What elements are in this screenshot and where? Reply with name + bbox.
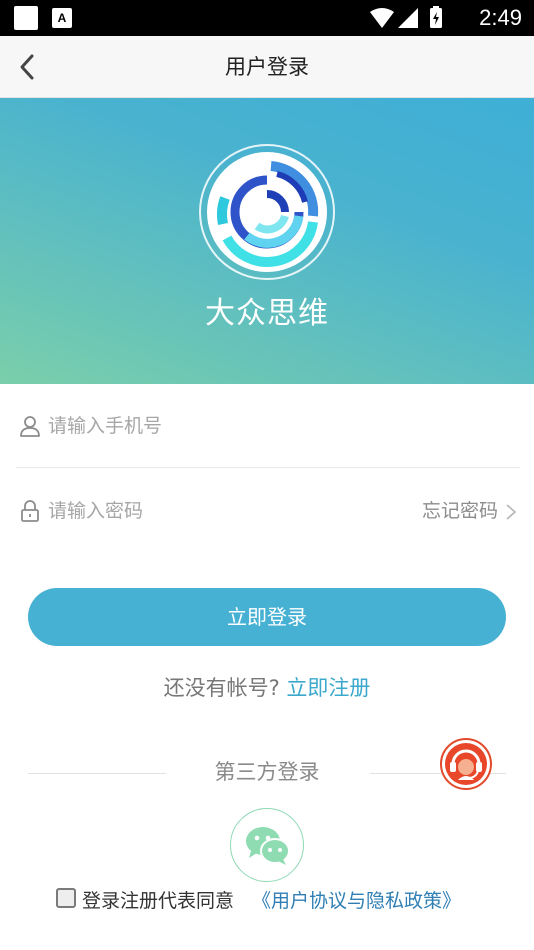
chevron-right-icon <box>506 504 517 520</box>
logo <box>199 144 335 280</box>
logo-icon <box>216 161 319 267</box>
wifi-icon <box>370 8 394 28</box>
customer-service-button[interactable] <box>440 738 492 790</box>
brand-banner: 大众思维 <box>0 98 534 384</box>
login-button[interactable]: 立即登录 <box>28 588 506 646</box>
app-badge-text: A <box>57 11 67 25</box>
status-bar: A 2:49 <box>0 0 534 36</box>
nav-bar: 用户登录 <box>0 36 534 98</box>
phone-field-row <box>16 384 520 468</box>
forgot-password-link[interactable]: 忘记密码 <box>422 497 520 525</box>
policy-link[interactable]: 《用户协议与隐私政策》 <box>252 886 461 916</box>
user-icon <box>20 416 40 437</box>
password-input[interactable] <box>48 491 388 531</box>
wechat-icon <box>246 827 290 865</box>
notification-icon <box>14 6 38 30</box>
register-prompt-text: 还没有帐号? <box>163 676 280 700</box>
lock-icon <box>21 500 39 522</box>
phone-input[interactable] <box>48 406 388 446</box>
brand-name: 大众思维 <box>205 296 329 331</box>
app-notification-icon: A <box>52 8 72 28</box>
customer-service-icon <box>440 738 492 790</box>
agreement-checkbox[interactable] <box>56 888 76 908</box>
page-title: 用户登录 <box>225 55 309 79</box>
wechat-login-button[interactable] <box>230 808 304 882</box>
signal-icon <box>398 8 418 28</box>
password-field-row: 忘记密码 <box>16 469 520 553</box>
status-icons <box>370 6 442 28</box>
agreement-text: 登录注册代表同意 <box>82 890 235 912</box>
forgot-password-label: 忘记密码 <box>421 500 498 522</box>
register-link[interactable]: 立即注册 <box>286 676 370 700</box>
register-prompt: 还没有帐号? 立即注册 <box>0 672 534 702</box>
status-time: 2:49 <box>479 5 522 30</box>
